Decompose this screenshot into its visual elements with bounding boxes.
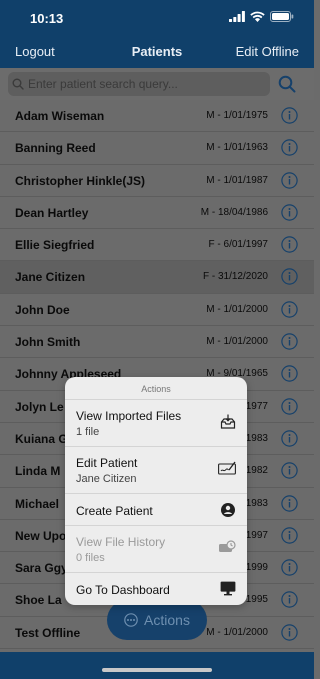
go-to-dashboard-label: Go To Dashboard [76, 583, 170, 597]
info-icon[interactable] [281, 204, 298, 221]
patient-row[interactable]: Dean Hartley M - 18/04/1986 [0, 196, 314, 230]
battery-icon [270, 11, 294, 22]
signature-icon [218, 461, 236, 475]
edit-patient-button[interactable]: Edit Patient Jane Citizen [65, 447, 247, 494]
info-icon[interactable] [281, 333, 298, 350]
patient-gender-dob: 1999 [245, 562, 268, 574]
patient-row[interactable]: Ellie Siegfried F - 6/01/1997 [0, 229, 314, 262]
view-imported-files-button[interactable]: View Imported Files 1 file [65, 400, 247, 447]
patient-gender-dob: M - 18/04/1986 [200, 206, 268, 218]
view-imported-files-count: 1 file [76, 426, 100, 438]
create-patient-label: Create Patient [76, 504, 153, 518]
patient-gender-dob: M - 1/01/1963 [206, 142, 268, 154]
patient-name: Dean Hartley [15, 205, 89, 220]
patient-name: Sara Ggy [15, 561, 68, 576]
patient-name: Test Offline [15, 625, 81, 640]
patient-gender-dob: 1995 [245, 594, 268, 606]
patient-name: Jolyn Le [15, 399, 64, 414]
more-dots-icon [124, 613, 138, 627]
patient-gender-dob: M - 1/01/1987 [206, 174, 268, 186]
patient-name: Christopher Hinkle(JS) [15, 173, 146, 188]
patient-name: John Smith [15, 335, 81, 350]
view-file-history-button: View File History 0 files [65, 526, 247, 573]
view-file-history-count: 0 files [76, 552, 105, 564]
patient-gender-dob: M - 1/01/2000 [206, 626, 268, 638]
view-imported-files-label: View Imported Files [76, 409, 182, 423]
info-icon[interactable] [281, 494, 298, 512]
patient-name: Linda M [15, 464, 61, 479]
info-icon[interactable] [281, 268, 298, 286]
create-patient-button[interactable]: Create Patient [65, 494, 247, 526]
view-file-history-label: View File History [76, 535, 166, 549]
action-sheet: Actions View Imported Files 1 file Edit … [65, 377, 247, 605]
status-icons [229, 11, 294, 22]
patient-gender-dob: M - 1/01/2000 [206, 336, 268, 348]
info-icon[interactable] [281, 365, 298, 383]
info-icon[interactable] [281, 624, 298, 641]
bottom-bar [0, 652, 314, 679]
patient-gender-dob: M - 1/01/2000 [206, 303, 268, 315]
info-icon[interactable] [281, 107, 298, 124]
logout-button[interactable]: Logout [15, 44, 55, 59]
inbox-download-icon [220, 414, 236, 429]
action-sheet-title: Actions [65, 377, 247, 400]
patient-gender-dob: 1983 [245, 497, 268, 509]
patient-name: Ellie Siegfried [15, 238, 95, 253]
info-icon[interactable] [281, 559, 298, 576]
patient-gender-dob: F - 31/12/2020 [202, 271, 268, 283]
info-icon[interactable] [281, 139, 298, 156]
info-icon[interactable] [281, 462, 298, 479]
patient-name: Kuiana G [15, 431, 68, 446]
add-user-icon [221, 503, 235, 517]
navigation-bar: Logout Patients Edit Offline [0, 34, 314, 68]
search-input[interactable] [28, 77, 258, 91]
actions-button-label: Actions [144, 612, 190, 628]
edit-patient-label: Edit Patient [76, 456, 138, 470]
info-icon[interactable] [281, 397, 298, 415]
status-bar: 10:13 [0, 0, 314, 34]
wifi-icon [250, 11, 265, 22]
patient-row[interactable]: Jane Citizen F - 31/12/2020 [0, 261, 314, 294]
patient-name: New Upo [15, 528, 67, 543]
info-icon[interactable] [281, 430, 298, 447]
search-box[interactable] [8, 72, 270, 96]
edit-offline-button[interactable]: Edit Offline [236, 44, 299, 59]
patient-name: Shoe La [15, 593, 62, 608]
patient-row[interactable]: Adam Wiseman M - 1/01/1975 [0, 100, 314, 133]
monitor-icon [220, 581, 236, 596]
go-to-dashboard-button[interactable]: Go To Dashboard [65, 573, 247, 605]
history-icon [219, 540, 236, 552]
patient-gender-dob: M - 1/01/1975 [206, 110, 268, 121]
info-icon[interactable] [281, 171, 298, 189]
patient-name: Michael [15, 496, 60, 511]
search-row [0, 68, 314, 100]
info-icon[interactable] [281, 236, 298, 253]
patient-row[interactable]: John Doe M - 1/01/2000 [0, 293, 314, 327]
patient-row[interactable]: Christopher Hinkle(JS) M - 1/01/1987 [0, 164, 314, 197]
signal-icon [229, 11, 245, 22]
info-icon[interactable] [281, 301, 298, 318]
patient-gender-dob: 1977 [245, 400, 268, 412]
patient-gender-dob: 1997 [245, 529, 268, 541]
search-icon [12, 78, 24, 90]
actions-button[interactable]: Actions [107, 600, 207, 640]
patient-gender-dob: F - 6/01/1997 [208, 239, 268, 251]
patient-name: John Doe [15, 302, 70, 317]
patient-row[interactable]: John Smith M - 1/01/2000 [0, 326, 314, 359]
patient-row[interactable]: Banning Reed M - 1/01/1963 [0, 132, 314, 165]
info-icon[interactable] [281, 591, 298, 609]
patient-gender-dob: 1982 [245, 465, 268, 477]
patient-name: Adam Wiseman [15, 109, 105, 123]
patient-name: Jane Citizen [15, 270, 86, 285]
status-time: 10:13 [30, 11, 64, 26]
info-icon[interactable] [281, 527, 298, 544]
patient-name: Banning Reed [15, 141, 96, 156]
patient-gender-dob: 1983 [245, 432, 268, 444]
edit-patient-name: Jane Citizen [76, 473, 137, 485]
search-button-icon[interactable] [278, 75, 296, 93]
home-indicator [102, 668, 212, 672]
